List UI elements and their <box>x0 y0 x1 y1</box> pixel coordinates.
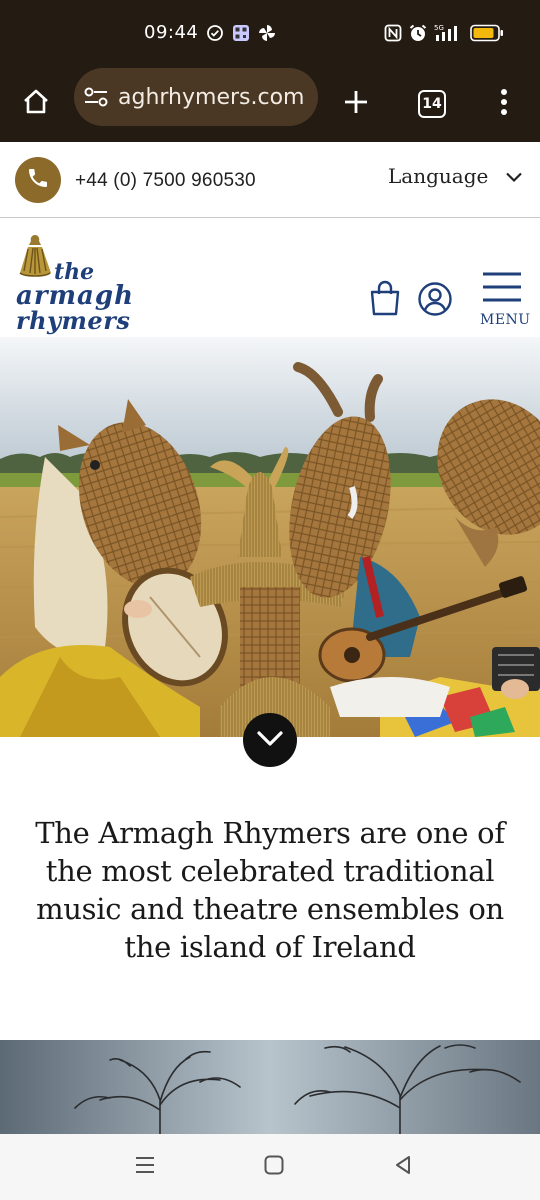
scroll-down-button[interactable] <box>243 713 297 767</box>
network-label: 5G <box>434 24 444 32</box>
nfc-icon <box>384 22 402 44</box>
signal-icon: 5G <box>432 22 464 44</box>
hero-image <box>0 337 540 737</box>
site-header: the armagh rhymers <box>0 219 540 337</box>
tab-switcher-button[interactable]: 14 <box>406 66 458 142</box>
status-bar: 09:44 5G <box>0 0 540 66</box>
battery-icon <box>470 22 504 44</box>
new-tab-icon <box>342 88 370 121</box>
address-bar[interactable]: aghrhymers.com <box>74 68 318 126</box>
home-nav-button[interactable] <box>234 1134 314 1200</box>
phone-number[interactable]: +44 (0) 7500 960530 <box>75 170 256 192</box>
back-triangle-icon <box>392 1154 414 1181</box>
logo-line-rhymers: rhymers <box>16 306 131 335</box>
hamburger-menu-icon[interactable] <box>481 271 523 308</box>
recent-apps-icon <box>134 1155 156 1180</box>
qr-icon <box>232 22 250 44</box>
home-icon <box>21 87 51 122</box>
site-logo[interactable]: the armagh rhymers <box>14 233 184 333</box>
more-options-button[interactable] <box>484 66 524 142</box>
logo-line-the: the <box>54 259 95 285</box>
trees-image <box>0 1040 540 1134</box>
chevron-down-icon[interactable] <box>504 170 524 189</box>
site-settings-icon[interactable] <box>74 68 118 126</box>
straw-figure-logo-icon <box>19 235 51 277</box>
recent-apps-button[interactable] <box>105 1134 185 1200</box>
new-tab-button[interactable] <box>330 66 382 142</box>
more-options-icon <box>500 88 508 121</box>
phone-button[interactable] <box>15 157 61 203</box>
system-nav-bar <box>0 1134 540 1200</box>
language-selector[interactable]: Language <box>388 164 488 188</box>
account-icon[interactable] <box>417 281 453 322</box>
shopping-bag-icon[interactable] <box>369 280 401 321</box>
url-text: aghrhymers.com <box>118 84 305 110</box>
menu-label[interactable]: MENU <box>480 312 531 328</box>
home-button[interactable] <box>10 66 62 142</box>
browser-toolbar: aghrhymers.com 14 <box>0 66 540 142</box>
pinwheel-icon <box>258 22 276 44</box>
intro-text: The Armagh Rhymers are one of the most c… <box>35 816 505 964</box>
back-nav-button[interactable] <box>363 1134 443 1200</box>
contact-bar: +44 (0) 7500 960530 Language <box>0 142 540 218</box>
check-circle-icon <box>206 22 224 44</box>
alarm-icon <box>408 22 428 44</box>
home-square-icon <box>263 1154 285 1181</box>
tab-switcher-icon: 14 <box>418 90 446 118</box>
phone-icon <box>26 166 50 195</box>
status-time: 09:44 <box>144 22 199 43</box>
chevron-down-icon <box>255 728 285 753</box>
